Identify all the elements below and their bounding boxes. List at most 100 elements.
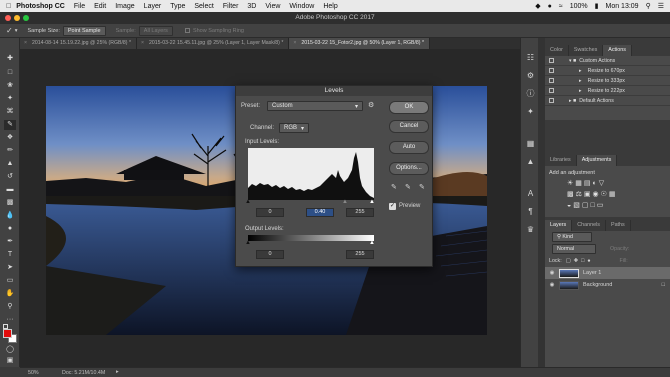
- action-row[interactable]: ▸ Resize to 222px: [545, 86, 670, 96]
- gamma-handle[interactable]: ▲: [342, 199, 348, 205]
- auto-button[interactable]: Auto: [389, 141, 429, 154]
- black-eyedropper-icon[interactable]: ✎: [391, 183, 397, 191]
- wifi-icon[interactable]: ≈: [559, 3, 563, 10]
- action-toggle-checkbox[interactable]: [549, 88, 554, 93]
- sample-select[interactable]: All Layers: [138, 25, 173, 36]
- menu-layer[interactable]: Layer: [144, 3, 162, 10]
- options-button[interactable]: Options...: [389, 162, 429, 175]
- hue-sat-icon[interactable]: ▩: [567, 191, 576, 198]
- eyedropper-tool-icon[interactable]: ✓: [6, 26, 13, 35]
- sample-size-select[interactable]: Point Sample: [62, 25, 106, 36]
- paragraph-icon[interactable]: ¶: [525, 206, 536, 217]
- battery-icon[interactable]: ▮: [595, 2, 599, 10]
- lock-icons[interactable]: ▢✚□●: [566, 258, 594, 264]
- blur-tool-icon[interactable]: 💧: [4, 211, 16, 221]
- menu-help[interactable]: Help: [323, 3, 337, 10]
- menu-window[interactable]: Window: [289, 3, 314, 10]
- dropbox-icon[interactable]: ◆: [535, 2, 540, 10]
- eyedropper-tool-icon[interactable]: ✎: [4, 120, 16, 130]
- clock[interactable]: Mon 13:09: [605, 3, 638, 10]
- menu-3d[interactable]: 3D: [247, 3, 256, 10]
- gradient-tool-icon[interactable]: ▩: [4, 198, 16, 208]
- preset-options-icon[interactable]: ⚙: [368, 101, 374, 109]
- menu-filter[interactable]: Filter: [223, 3, 239, 10]
- action-toggle-checkbox[interactable]: [549, 58, 554, 63]
- menu-select[interactable]: Select: [194, 3, 213, 10]
- action-row[interactable]: ▸ Resize to 670px: [545, 66, 670, 76]
- input-slider-track[interactable]: ▲ ▲ ▲: [245, 199, 375, 205]
- quick-mask-icon[interactable]: ◯: [4, 345, 16, 355]
- properties-icon[interactable]: ⚙: [525, 70, 536, 81]
- tab-paths[interactable]: Paths: [606, 220, 631, 231]
- cancel-button[interactable]: Cancel: [389, 120, 429, 133]
- brush-preset-icon[interactable]: ✦: [525, 106, 536, 117]
- panel-dock-divider[interactable]: [538, 38, 545, 367]
- layer-name[interactable]: Layer 1: [583, 270, 601, 276]
- action-row[interactable]: ▸ Resize to 333px: [545, 76, 670, 86]
- character-icon[interactable]: A: [525, 188, 536, 199]
- brush-tool-icon[interactable]: ✏: [4, 146, 16, 156]
- output-black-field[interactable]: 0: [256, 250, 284, 259]
- dodge-tool-icon[interactable]: ●: [4, 224, 16, 234]
- tool-preset-dropdown-icon[interactable]: ▾: [15, 28, 18, 34]
- color-lookup-icon[interactable]: ▦: [609, 191, 618, 198]
- lasso-tool-icon[interactable]: ❀: [4, 81, 16, 91]
- marquee-tool-icon[interactable]: □: [4, 68, 16, 78]
- move-tool-icon[interactable]: ✚: [4, 54, 16, 64]
- rectangle-tool-icon[interactable]: ▭: [4, 276, 16, 286]
- menu-view[interactable]: View: [265, 3, 280, 10]
- gradient-map-icon[interactable]: ▭: [597, 202, 606, 209]
- output-black-handle[interactable]: ▲: [245, 240, 251, 246]
- menu-list-icon[interactable]: ☰: [658, 2, 664, 10]
- zoom-tool-icon[interactable]: ⚲: [4, 302, 16, 312]
- layer-row-active[interactable]: ◉ Layer 1: [545, 267, 670, 279]
- close-tab-icon[interactable]: ×: [141, 38, 144, 49]
- black-point-handle[interactable]: ▲: [245, 199, 251, 205]
- output-white-handle[interactable]: ▲: [369, 240, 375, 246]
- levels-icon[interactable]: ▦: [575, 180, 584, 187]
- histogram-icon[interactable]: ▦: [525, 138, 536, 149]
- ok-button[interactable]: OK: [389, 101, 429, 114]
- expand-icon[interactable]: ▸: [579, 88, 582, 94]
- tab-swatches[interactable]: Swatches: [569, 45, 604, 56]
- glyphs-icon[interactable]: ♛: [525, 224, 536, 235]
- zoom-level[interactable]: 50%: [28, 370, 39, 376]
- menu-edit[interactable]: Edit: [94, 3, 106, 10]
- document-tab[interactable]: × 2014-08-14 15.19.22.jpg @ 25% (RGB/8) *: [20, 38, 137, 49]
- search-icon[interactable]: ⚲: [646, 2, 651, 10]
- action-set-row[interactable]: ▸ ■ Default Actions: [545, 96, 670, 106]
- expand-icon[interactable]: ▸: [579, 78, 582, 84]
- menu-type[interactable]: Type: [170, 3, 185, 10]
- status-menu-icon[interactable]: ▸: [116, 369, 119, 375]
- preview-checkbox[interactable]: ✓: [389, 203, 396, 210]
- tab-adjustments[interactable]: Adjustments: [576, 155, 618, 166]
- expand-icon[interactable]: ▸: [579, 68, 582, 74]
- type-tool-icon[interactable]: T: [4, 250, 16, 260]
- visibility-eye-icon[interactable]: ◉: [545, 270, 559, 276]
- blend-mode-select[interactable]: Normal: [552, 244, 596, 254]
- history-icon[interactable]: ☷: [525, 52, 536, 63]
- layer-name[interactable]: Background: [583, 282, 612, 288]
- maximize-window-button[interactable]: [23, 15, 29, 21]
- screen-mode-icon[interactable]: ▣: [4, 356, 16, 366]
- channel-select[interactable]: RGB ▾: [279, 123, 309, 133]
- tab-actions[interactable]: Actions: [603, 45, 632, 56]
- action-toggle-checkbox[interactable]: [549, 98, 554, 103]
- sampling-ring-checkbox[interactable]: [184, 28, 190, 33]
- apple-icon[interactable]: : [6, 3, 11, 10]
- crop-tool-icon[interactable]: ⌘: [4, 107, 16, 117]
- input-white-field[interactable]: 255: [346, 208, 374, 217]
- channel-mixer-icon[interactable]: ☉: [601, 191, 609, 198]
- path-select-icon[interactable]: ➤: [4, 263, 16, 273]
- document-tab[interactable]: × 2015-03-22 15.45.11.jpg @ 25% (Layer 1,…: [137, 38, 290, 49]
- close-window-button[interactable]: [5, 15, 11, 21]
- clone-stamp-icon[interactable]: ▲: [4, 159, 16, 169]
- history-brush-icon[interactable]: ↺: [4, 172, 16, 182]
- action-set-row[interactable]: ▾ ■ Custom Actions: [545, 56, 670, 66]
- visibility-eye-icon[interactable]: ◉: [545, 282, 559, 288]
- gray-eyedropper-icon[interactable]: ✎: [405, 183, 411, 191]
- eraser-tool-icon[interactable]: ▬: [4, 185, 16, 195]
- layer-kind-filter[interactable]: ⚲ Kind: [552, 232, 592, 242]
- preset-select[interactable]: Custom ▾: [267, 101, 363, 111]
- input-gamma-field[interactable]: 0.40: [306, 208, 334, 217]
